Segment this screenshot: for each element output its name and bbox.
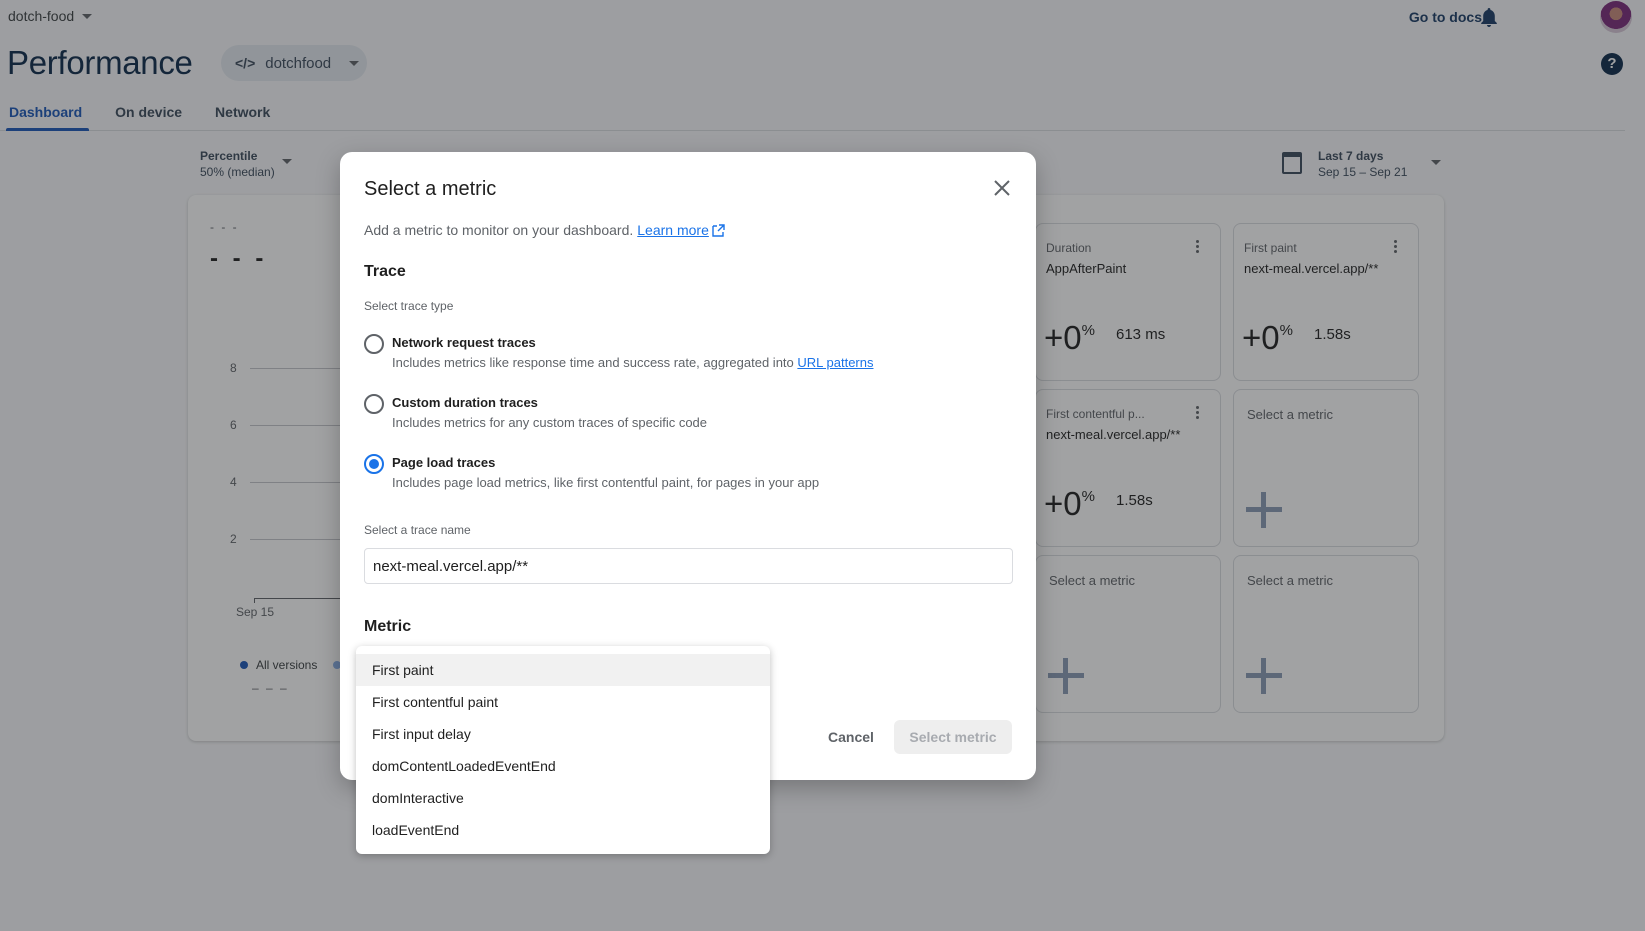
close-icon[interactable] (990, 176, 1014, 200)
radio-description: Includes metrics for any custom traces o… (392, 415, 708, 430)
radio-page-load-traces[interactable]: Page load traces Includes page load metr… (364, 453, 819, 493)
radio-network-request-traces[interactable]: Network request traces Includes metrics … (364, 333, 873, 373)
learn-more-link[interactable]: Learn more (637, 222, 709, 238)
cancel-button[interactable]: Cancel (818, 720, 884, 754)
radio-description: Includes metrics like response time and … (392, 355, 874, 370)
dialog-subtitle: Add a metric to monitor on your dashboar… (364, 222, 725, 238)
radio-label: Network request traces (392, 335, 536, 350)
metric-dropdown-menu: First paint First contentful paint First… (356, 646, 770, 854)
url-patterns-link[interactable]: URL patterns (797, 355, 873, 370)
metric-option-first-input-delay[interactable]: First input delay (356, 718, 770, 750)
metric-option-load-event-end[interactable]: loadEventEnd (356, 814, 770, 846)
dialog-title: Select a metric (364, 178, 497, 200)
radio-button[interactable] (364, 394, 384, 414)
metric-option-dom-interactive[interactable]: domInteractive (356, 782, 770, 814)
radio-button-selected[interactable] (364, 454, 384, 474)
radio-label: Custom duration traces (392, 395, 538, 410)
select-metric-button[interactable]: Select metric (894, 720, 1012, 754)
subtitle-text: Add a metric to monitor on your dashboar… (364, 222, 634, 238)
trace-heading: Trace (364, 263, 406, 280)
metric-option-first-paint[interactable]: First paint (356, 654, 770, 686)
radio-label: Page load traces (392, 455, 496, 470)
radio-custom-duration-traces[interactable]: Custom duration traces Includes metrics … (364, 393, 707, 433)
metric-option-dom-content-loaded-event-end[interactable]: domContentLoadedEventEnd (356, 750, 770, 782)
metric-option-first-contentful-paint[interactable]: First contentful paint (356, 686, 770, 718)
trace-name-input[interactable] (364, 548, 1013, 584)
open-in-new-icon (712, 224, 725, 237)
metric-heading: Metric (364, 618, 412, 635)
radio-button[interactable] (364, 334, 384, 354)
trace-name-label: Select a trace name (364, 523, 471, 537)
radio-description: Includes page load metrics, like first c… (392, 475, 820, 490)
trace-type-label: Select trace type (364, 299, 454, 313)
